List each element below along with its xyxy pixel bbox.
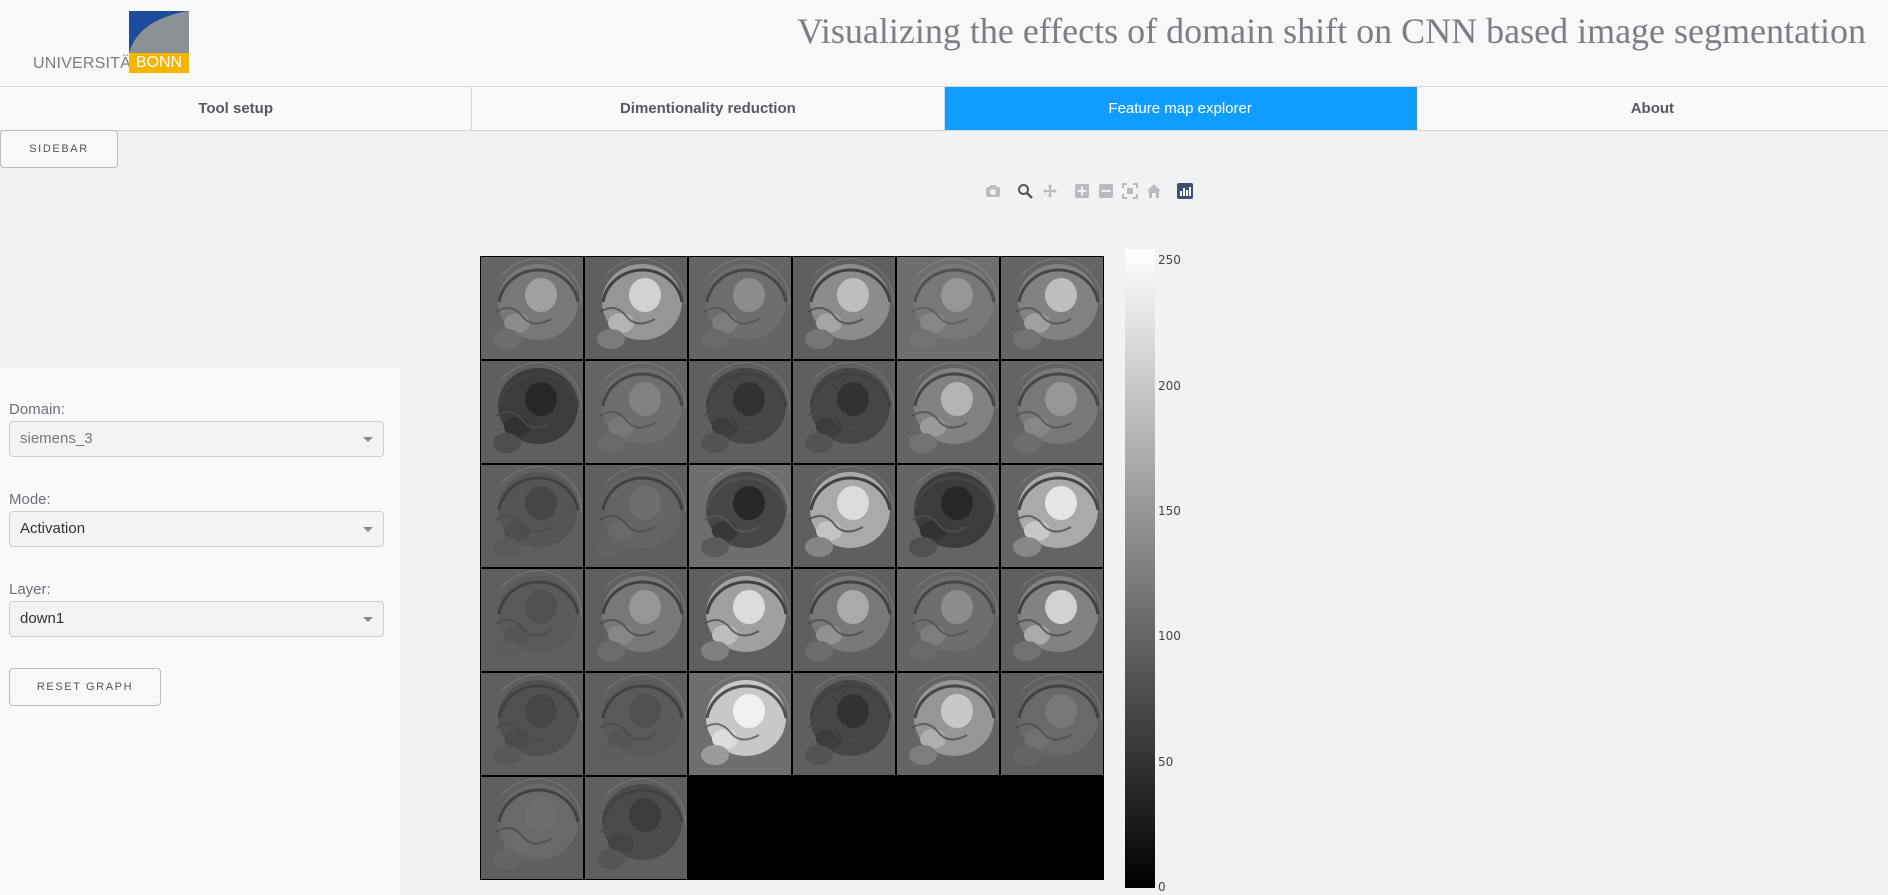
feature-map-tile[interactable]: [585, 257, 687, 359]
colorbar-tick: 200: [1158, 379, 1181, 393]
layer-label: Layer:: [9, 581, 51, 598]
tab-bar: Tool setup Dimentionality reduction Feat…: [0, 86, 1888, 131]
feature-map-tile[interactable]: [1001, 673, 1103, 775]
feature-map-tile[interactable]: [1001, 257, 1103, 359]
feature-map-tile[interactable]: [793, 465, 895, 567]
domain-value: siemens_3: [20, 430, 93, 447]
camera-icon[interactable]: [985, 183, 1001, 199]
feature-map-tile[interactable]: [1001, 465, 1103, 567]
page-title: Visualizing the effects of domain shift …: [797, 11, 1866, 51]
colorbar-tick: 100: [1158, 629, 1181, 643]
feature-map-tile[interactable]: [1001, 569, 1103, 671]
feature-map-tile[interactable]: [481, 465, 583, 567]
autoscale-icon[interactable]: [1122, 183, 1138, 199]
feature-map-tile[interactable]: [1001, 361, 1103, 463]
feature-map-tile[interactable]: [793, 673, 895, 775]
tab-dimensionality-reduction[interactable]: Dimentionality reduction: [472, 87, 945, 130]
plotly-logo-icon[interactable]: [1177, 183, 1193, 199]
feature-map-tile[interactable]: [481, 569, 583, 671]
mode-value: Activation: [20, 520, 86, 537]
feature-map-tile[interactable]: [689, 673, 791, 775]
feature-map-tile[interactable]: [689, 257, 791, 359]
feature-map-tile[interactable]: [481, 361, 583, 463]
feature-map-tile[interactable]: [585, 673, 687, 775]
feature-map-tile[interactable]: [689, 361, 791, 463]
chevron-down-icon: [363, 527, 373, 532]
colorbar-tick: 250: [1158, 253, 1181, 267]
feature-map-tile[interactable]: [689, 569, 791, 671]
tab-feature-map-explorer[interactable]: Feature map explorer: [944, 87, 1417, 130]
feature-map-tile[interactable]: [481, 257, 583, 359]
chevron-down-icon: [363, 437, 373, 442]
logo-city-text: BONN: [129, 53, 189, 73]
layer-dropdown[interactable]: down1: [9, 601, 384, 637]
zoom-out-icon[interactable]: [1098, 183, 1114, 199]
feature-map-tile[interactable]: [793, 257, 895, 359]
home-icon[interactable]: [1146, 183, 1162, 199]
zoom-in-icon[interactable]: [1074, 183, 1090, 199]
domain-label: Domain:: [9, 401, 65, 418]
colorbar-tick: 50: [1158, 755, 1174, 769]
logo-emblem: [129, 11, 189, 53]
header: UNIVERSITÄT BONN Visualizing the effects…: [0, 0, 1888, 86]
pan-icon[interactable]: [1042, 183, 1058, 199]
feature-map-tile[interactable]: [481, 673, 583, 775]
feature-map-tile[interactable]: [585, 569, 687, 671]
layer-value: down1: [20, 610, 65, 627]
tab-about[interactable]: About: [1417, 87, 1888, 130]
colorbar: [1125, 249, 1155, 888]
feature-map-tile[interactable]: [897, 569, 999, 671]
feature-map-tile[interactable]: [689, 465, 791, 567]
feature-map-tile[interactable]: [481, 777, 583, 879]
domain-dropdown[interactable]: siemens_3: [9, 421, 384, 457]
feature-map-grid[interactable]: [480, 256, 1104, 880]
chevron-down-icon: [363, 617, 373, 622]
colorbar-tick: 0: [1158, 880, 1166, 894]
feature-map-tile[interactable]: [585, 777, 687, 879]
zoom-icon[interactable]: [1017, 183, 1033, 199]
mode-dropdown[interactable]: Activation: [9, 511, 384, 547]
feature-map-tile[interactable]: [793, 361, 895, 463]
feature-map-tile[interactable]: [897, 673, 999, 775]
feature-map-tile[interactable]: [897, 361, 999, 463]
reset-graph-button[interactable]: RESET GRAPH: [9, 668, 161, 706]
university-logo[interactable]: UNIVERSITÄT BONN: [33, 11, 189, 73]
colorbar-tick: 150: [1158, 504, 1181, 518]
tab-tool-setup[interactable]: Tool setup: [0, 87, 473, 130]
mode-label: Mode:: [9, 491, 51, 508]
logo-university-text: UNIVERSITÄT: [33, 55, 141, 72]
feature-map-tile[interactable]: [897, 465, 999, 567]
feature-map-tile[interactable]: [585, 361, 687, 463]
feature-map-tile[interactable]: [897, 257, 999, 359]
feature-map-tile[interactable]: [585, 465, 687, 567]
feature-map-tile[interactable]: [793, 569, 895, 671]
sidebar-toggle-button[interactable]: SIDEBAR: [0, 130, 118, 168]
